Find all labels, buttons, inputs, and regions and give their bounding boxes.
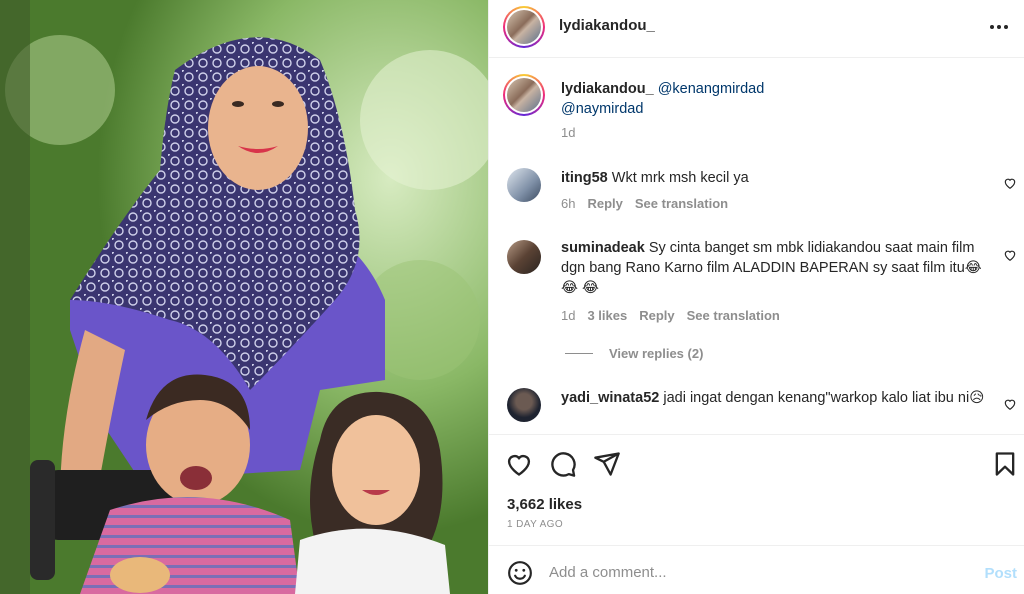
bookmark-icon[interactable] [991, 450, 1019, 478]
mention-link[interactable]: @naymirdad [561, 101, 643, 117]
comment-text: yadi_winata52 jadi ingat dengan kenang"w… [561, 388, 991, 408]
commenter-avatar[interactable] [507, 240, 541, 274]
comment-input[interactable] [549, 560, 969, 584]
post-button[interactable]: Post [984, 565, 1017, 582]
comment-body: jadi ingat dengan kenang"warkop kalo lia… [663, 390, 985, 406]
comments-list[interactable]: lydiakandou_ @kenangmirdad @naymirdad 1d… [489, 58, 1024, 435]
add-comment-bar: Post [489, 545, 1024, 594]
commenter-username[interactable]: iting58 [561, 170, 608, 186]
commenter-username[interactable]: suminadeak [561, 240, 645, 256]
reply-button[interactable]: Reply [587, 196, 622, 211]
caption-username[interactable]: lydiakandou_ [561, 81, 654, 97]
share-icon[interactable] [593, 450, 621, 478]
caption-avatar[interactable] [503, 74, 545, 116]
likes-count[interactable]: 3,662 likes [507, 496, 582, 513]
post-details-panel: lydiakandou_ lydiakandou_ @kenangmirdad … [488, 0, 1024, 594]
comment-icon[interactable] [549, 450, 577, 478]
commenter-username[interactable]: yadi_winata52 [561, 390, 659, 406]
caption-timestamp[interactable]: 1d [561, 125, 575, 140]
author-username[interactable]: lydiakandou_ [559, 17, 655, 34]
comment-meta: 6h Reply See translation [561, 196, 728, 211]
reply-button[interactable]: Reply [639, 308, 674, 323]
more-icon[interactable] [987, 16, 1011, 38]
comment-body: Wkt mrk msh kecil ya [611, 170, 749, 186]
commenter-avatar[interactable] [507, 168, 541, 202]
author-avatar[interactable] [503, 6, 545, 48]
comment-meta: 1d 3 likes Reply See translation [561, 308, 780, 323]
comment-likes[interactable]: 3 likes [587, 308, 627, 323]
comment-text: suminadeak Sy cinta banget sm mbk lidiak… [561, 238, 991, 298]
view-replies-button[interactable]: View replies (2) [565, 346, 703, 361]
view-replies-label: View replies (2) [609, 346, 704, 361]
comment-text: iting58 Wkt mrk msh kecil ya [561, 168, 991, 188]
commenter-avatar[interactable] [507, 388, 541, 422]
action-bar [489, 436, 1024, 492]
see-translation-button[interactable]: See translation [687, 308, 780, 323]
comment-timestamp[interactable]: 1d [561, 308, 575, 323]
emoji-icon[interactable] [507, 560, 533, 586]
comment-heart-icon[interactable] [1003, 397, 1017, 411]
see-translation-button[interactable]: See translation [635, 196, 728, 211]
caption-text: lydiakandou_ @kenangmirdad @naymirdad [561, 79, 981, 119]
heart-icon[interactable] [505, 450, 533, 478]
comment-heart-icon[interactable] [1003, 176, 1017, 190]
mention-link[interactable]: @kenangmirdad [658, 81, 765, 97]
post-date[interactable]: 1 DAY AGO [507, 519, 563, 530]
post-photo[interactable] [0, 0, 488, 594]
comment-heart-icon[interactable] [1003, 248, 1017, 262]
comment-timestamp[interactable]: 6h [561, 196, 575, 211]
replies-divider [565, 353, 593, 354]
post-header: lydiakandou_ [489, 0, 1024, 58]
photo-illustration [0, 0, 488, 594]
